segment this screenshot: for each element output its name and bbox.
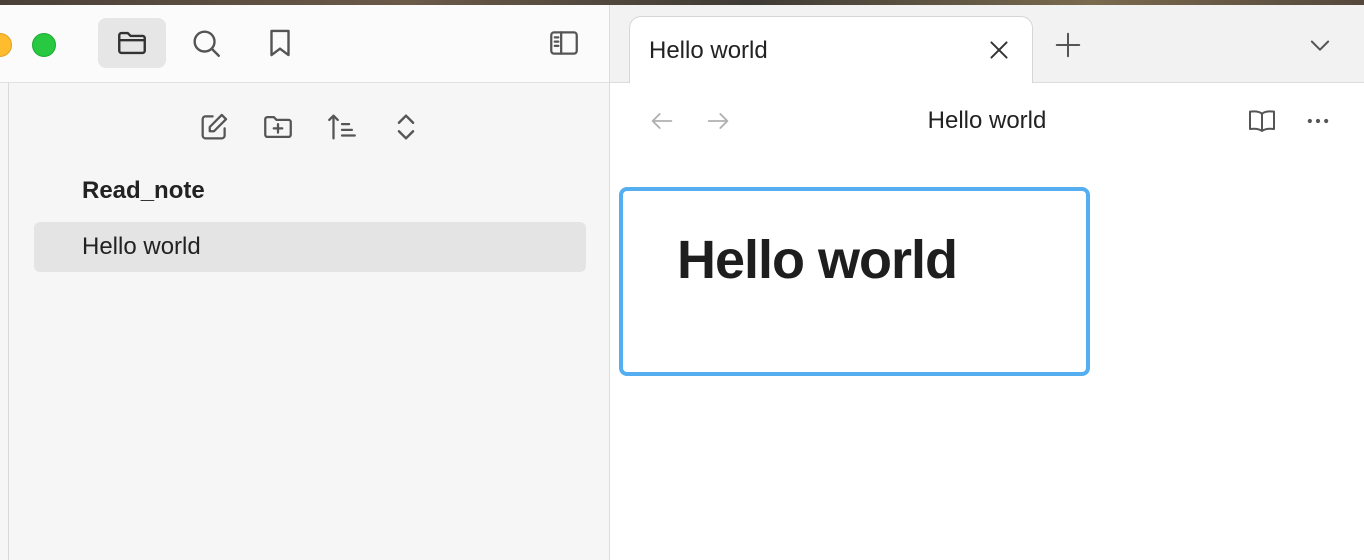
collapse-icon — [397, 114, 415, 140]
bookmark-icon — [270, 29, 290, 57]
new-folder-icon — [264, 115, 292, 139]
sidebar: Read_note Hello world — [0, 5, 610, 560]
tab-bar: Hello world — [610, 5, 1364, 84]
minimize-window-button[interactable] — [0, 33, 12, 57]
toggle-sidebar-button[interactable] — [530, 18, 598, 68]
search-button[interactable] — [172, 18, 240, 68]
chevron-down-icon — [1310, 40, 1330, 51]
tab-list-button[interactable] — [1302, 27, 1338, 63]
new-note-icon — [201, 113, 228, 140]
new-note-button[interactable] — [192, 105, 236, 149]
tab-title: Hello world — [649, 37, 768, 64]
plus-icon — [1055, 32, 1081, 58]
more-options-button[interactable] — [1300, 103, 1336, 139]
zoom-window-button[interactable] — [32, 33, 56, 57]
sort-icon — [328, 114, 356, 140]
sidebar-edge — [8, 83, 9, 560]
sort-button[interactable] — [320, 105, 364, 149]
sidebar-titlebar — [0, 5, 609, 83]
folder-read-note[interactable]: Read_note — [82, 177, 205, 205]
file-item-hello-world[interactable]: Hello world — [34, 222, 586, 272]
more-horizontal-icon — [1307, 118, 1329, 124]
view-header: Hello world — [610, 83, 1364, 159]
tab-hello-world[interactable]: Hello world — [629, 16, 1033, 84]
file-explorer-actions — [0, 105, 609, 149]
close-tab-button[interactable] — [982, 33, 1016, 67]
file-item-label: Hello world — [82, 233, 201, 260]
collapse-all-button[interactable] — [384, 105, 428, 149]
new-tab-button[interactable] — [1050, 27, 1086, 63]
file-explorer-button[interactable] — [98, 18, 166, 68]
reading-view-button[interactable] — [1244, 103, 1280, 139]
note-heading[interactable]: Hello world — [677, 229, 958, 291]
editor-content[interactable]: Hello world — [619, 187, 1090, 376]
folder-icon — [118, 31, 146, 55]
close-icon — [990, 41, 1008, 59]
new-folder-button[interactable] — [256, 105, 300, 149]
sidebar-toggle-icon — [550, 31, 578, 55]
bookmarks-button[interactable] — [246, 18, 314, 68]
search-icon — [193, 30, 220, 57]
book-open-icon — [1249, 110, 1275, 132]
